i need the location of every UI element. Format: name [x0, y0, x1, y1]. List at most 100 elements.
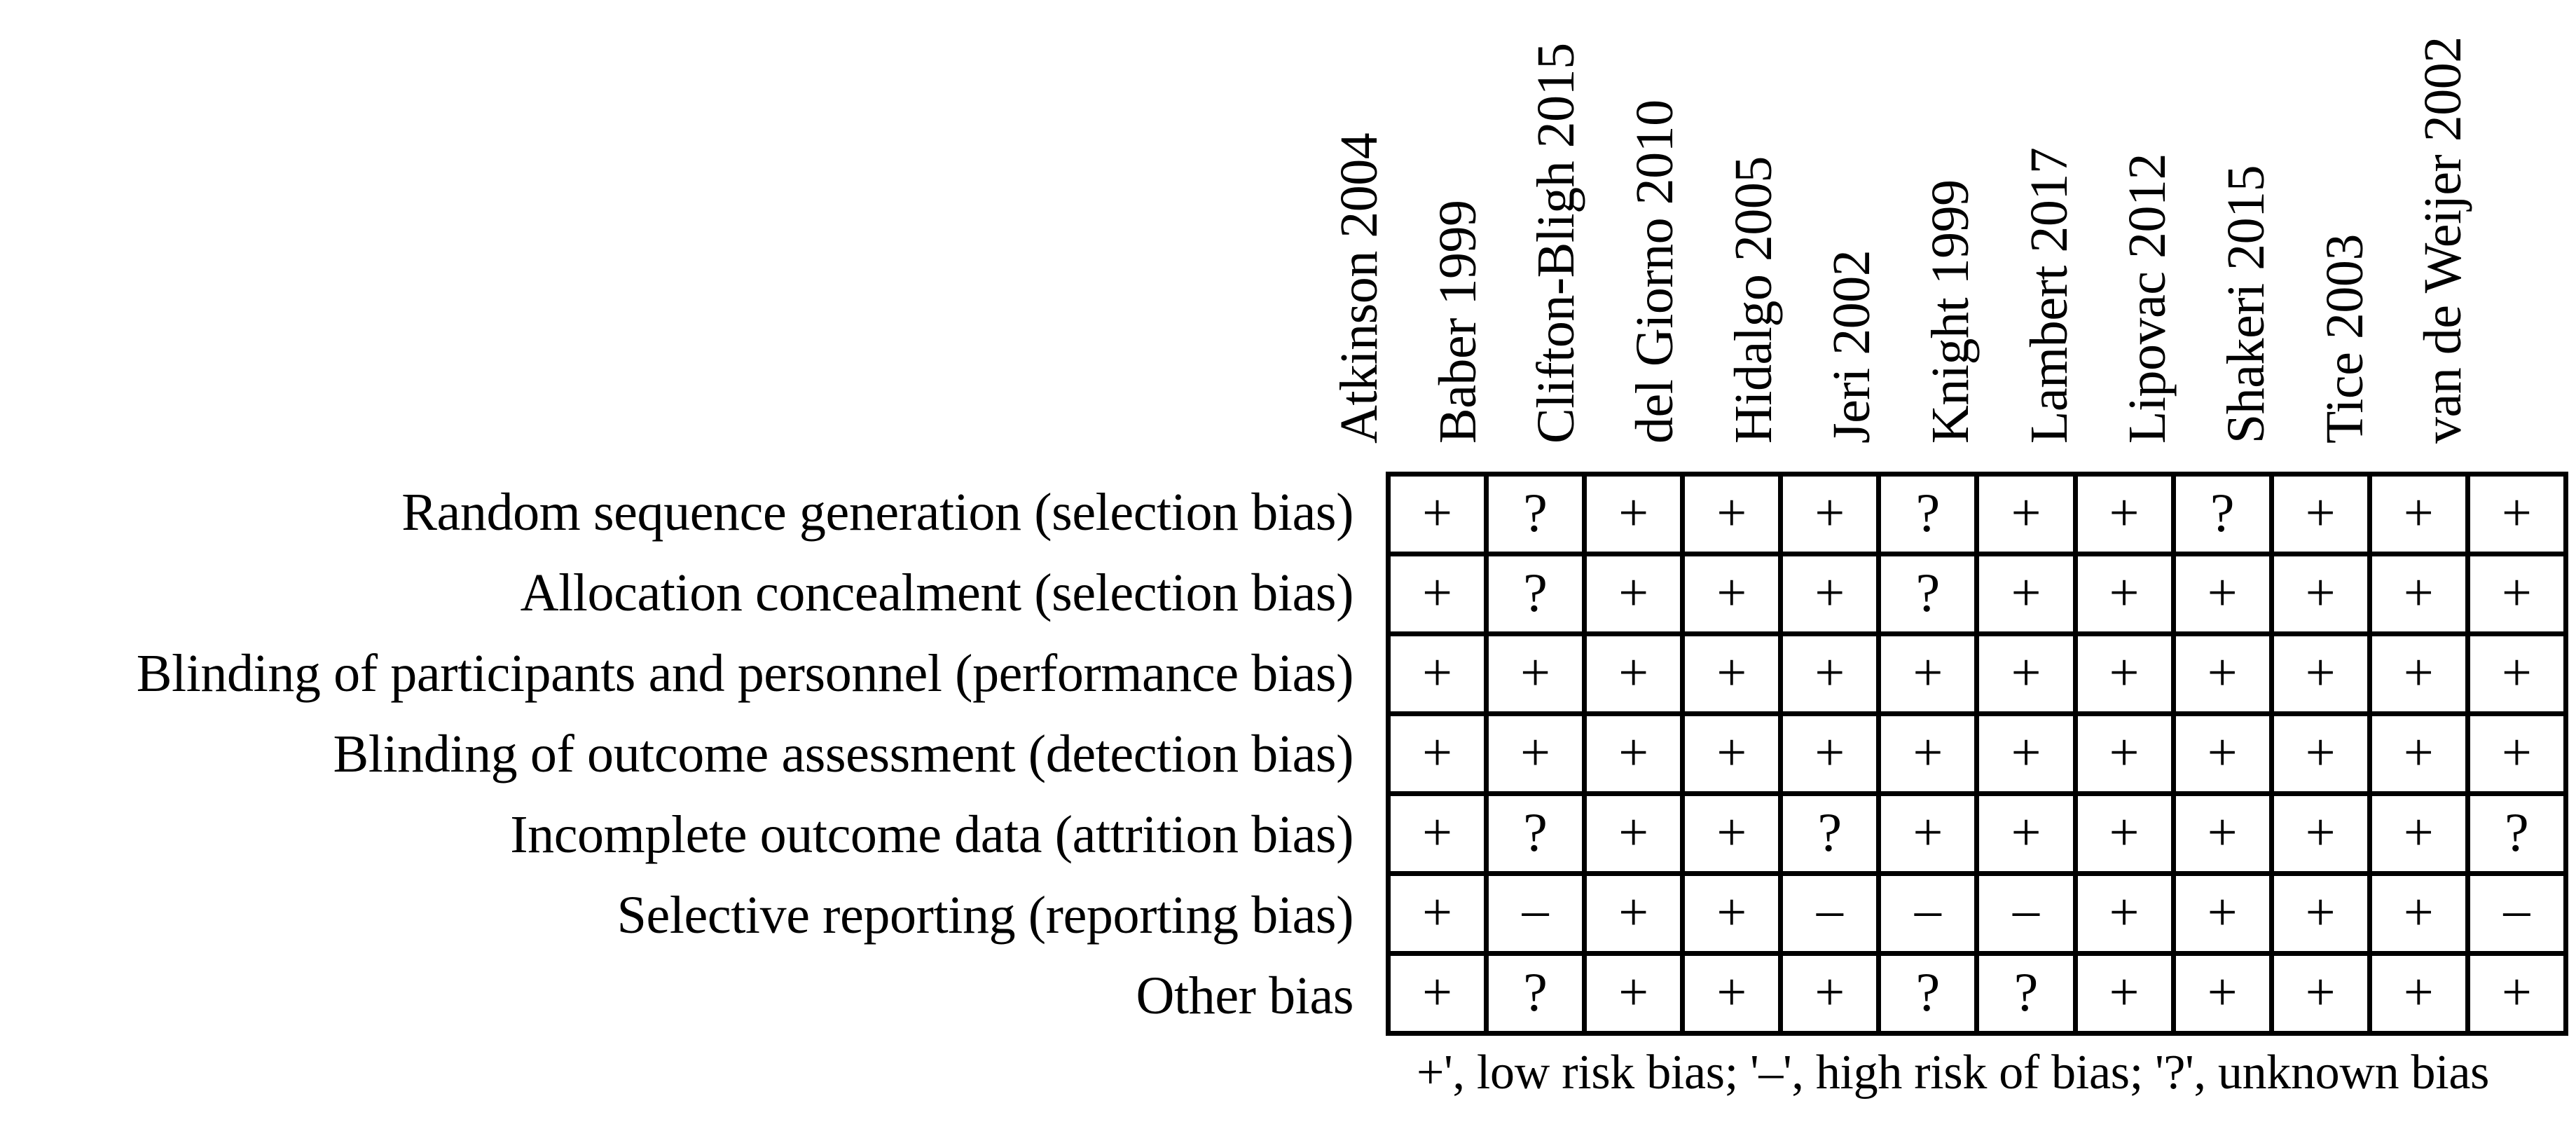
judgement-symbol: +	[1814, 962, 1845, 1022]
judgement-cell: ?	[1489, 556, 1587, 631]
judgement-cell: +	[2470, 556, 2563, 631]
judgement-symbol: ?	[1523, 481, 1548, 543]
judgement-symbol: +	[2305, 483, 2336, 542]
table-row: +? + +? + + + + + +?	[1391, 796, 2563, 876]
judgement-cell: ?	[1489, 477, 1587, 552]
judgement-symbol: +	[1913, 723, 1943, 782]
judgement-symbol: +	[1520, 643, 1551, 702]
judgement-cell: +	[1391, 477, 1489, 552]
judgement-cell: –	[1881, 876, 1980, 951]
judgement-symbol: +	[2207, 802, 2238, 862]
judgement-cell: ?	[1489, 796, 1587, 871]
judgement-symbol: +	[1422, 723, 1452, 782]
column-header-label: van de Weijer 2002	[2413, 36, 2473, 444]
judgement-symbol: +	[1618, 643, 1649, 702]
judgement-symbol: +	[2403, 802, 2434, 862]
judgement-symbol: +	[1618, 563, 1649, 622]
judgement-cell: +	[1391, 956, 1489, 1031]
judgement-symbol: +	[1814, 563, 1845, 622]
judgement-cell: +	[2176, 796, 2274, 871]
judgement-symbol: –	[2503, 880, 2530, 939]
judgement-cell: +	[1391, 556, 1489, 631]
legend-footnote: +', low risk bias; '–', high risk of bia…	[1417, 1046, 2490, 1100]
judgement-symbol: +	[1618, 962, 1649, 1022]
judgement-cell: +	[1783, 716, 1882, 791]
judgement-cell: +	[1979, 636, 2078, 711]
judgement-symbol: +	[1520, 723, 1551, 782]
judgement-symbol: +	[1422, 483, 1452, 542]
judgement-cell: +	[1391, 796, 1489, 871]
judgement-cell: +	[2078, 556, 2176, 631]
judgement-cell: ?	[1881, 477, 1980, 552]
judgement-cell: +	[2274, 796, 2372, 871]
judgement-cell: +	[1587, 636, 1686, 711]
judgement-symbol: ?	[1915, 961, 1941, 1022]
judgement-symbol: +	[1716, 962, 1747, 1022]
row-label-6: Other bias	[1136, 966, 1354, 1025]
judgement-cell: +	[1587, 477, 1686, 552]
judgement-symbol: +	[2403, 563, 2434, 622]
column-header-row: Atkinson 2004 Baber 1999 Clifton-Bligh 201…	[1330, 0, 2568, 472]
judgement-symbol: –	[2013, 880, 2039, 939]
judgement-symbol: ?	[1915, 481, 1941, 543]
judgement-symbol: +	[2109, 962, 2140, 1022]
judgement-symbol: +	[2011, 802, 2041, 862]
judgement-symbol: +	[2305, 882, 2336, 942]
judgement-cell: +	[2372, 477, 2470, 552]
judgement-symbol: +	[2403, 882, 2434, 942]
judgement-cell: +	[1685, 636, 1784, 711]
column-header-label: Hidalgo 2005	[1723, 156, 1783, 444]
judgement-cell: ?	[1979, 956, 2078, 1031]
column-header-label: Clifton-Bligh 2015	[1527, 43, 1586, 444]
judgement-symbol: +	[2011, 723, 2041, 782]
judgement-symbol: +	[2207, 643, 2238, 702]
judgement-cell: +	[2176, 556, 2274, 631]
row-label-2: Blinding of participants and personnel (…	[136, 643, 1354, 703]
judgement-symbol: +	[1716, 723, 1747, 782]
row-label-1: Allocation concealment (selection bias)	[520, 563, 1354, 622]
judgement-cell: +	[2274, 956, 2372, 1031]
judgement-cell: +	[1587, 956, 1686, 1031]
judgement-cell: +	[2274, 716, 2372, 791]
judgement-symbol: +	[2109, 563, 2140, 622]
table-row: + – + + – – – + + + + –	[1391, 876, 2563, 956]
judgement-symbol: ?	[2013, 961, 2039, 1022]
judgement-cell: +	[1391, 636, 1489, 711]
judgement-symbol: +	[1716, 483, 1747, 542]
judgement-symbol: +	[1716, 882, 1747, 942]
judgement-cell: ?	[2176, 477, 2274, 552]
judgement-symbol: ?	[1523, 561, 1548, 623]
judgement-cell: –	[2470, 876, 2563, 951]
judgement-cell: +	[2078, 716, 2176, 791]
judgement-cell: ?	[1489, 956, 1587, 1031]
judgement-cell: +	[2078, 636, 2176, 711]
table-row: +? + + +?? + + + + +	[1391, 956, 2563, 1031]
judgement-cell: +	[1685, 477, 1784, 552]
column-header-label: Lambert 2017	[2019, 147, 2079, 444]
judgement-symbol: ?	[2210, 481, 2235, 543]
judgement-cell: ?	[1881, 956, 1980, 1031]
judgement-symbol: +	[2305, 643, 2336, 702]
judgement-cell: +	[1685, 956, 1784, 1031]
judgement-symbol: +	[2109, 483, 2140, 542]
judgement-cell: +	[1979, 716, 2078, 791]
judgement-symbol: +	[1618, 802, 1649, 862]
judgement-symbol: +	[2207, 723, 2238, 782]
judgement-symbol: +	[2403, 483, 2434, 542]
judgement-symbol: +	[1814, 483, 1845, 542]
judgement-symbol: +	[1618, 723, 1649, 782]
judgement-cell: +	[2078, 796, 2176, 871]
judgement-cell: +	[2078, 956, 2176, 1031]
judgement-cell: +	[1685, 796, 1784, 871]
row-label-5: Selective reporting (reporting bias)	[617, 885, 1354, 945]
judgement-symbol: +	[1618, 483, 1649, 542]
table-row: +? + + +? + +? + + +	[1391, 477, 2563, 556]
judgement-cell: +	[1979, 796, 2078, 871]
judgement-symbol: +	[1913, 802, 1943, 862]
column-header-label: Jeri 2002	[1822, 249, 1882, 444]
judgement-cell: +	[1783, 636, 1882, 711]
judgement-symbol: +	[1422, 962, 1452, 1022]
judgement-cell: +	[2274, 477, 2372, 552]
judgement-symbol: ?	[1523, 801, 1548, 863]
judgement-symbol: +	[2207, 882, 2238, 942]
